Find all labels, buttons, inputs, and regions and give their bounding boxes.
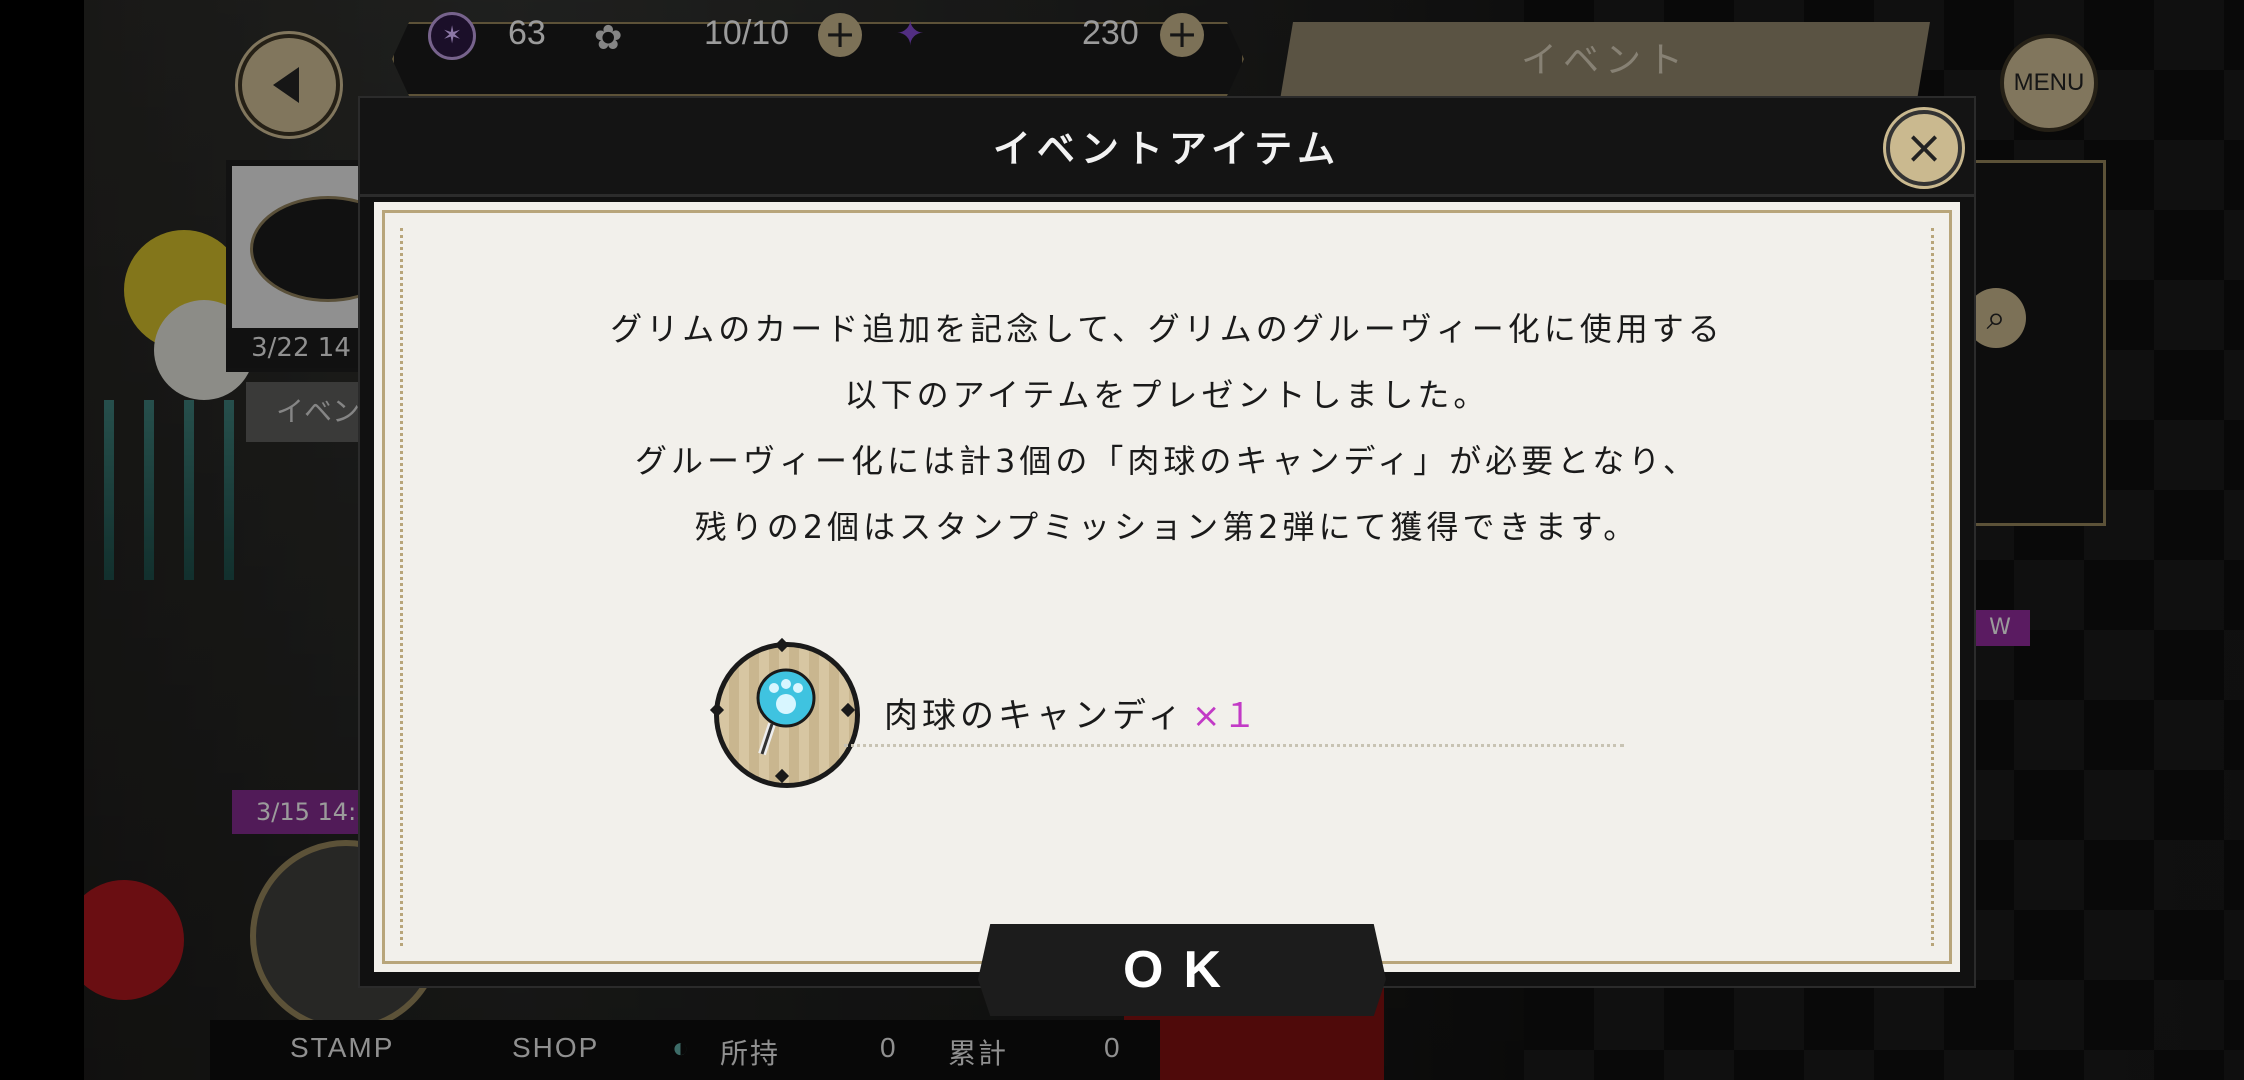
item-divider [844,744,1624,747]
dialog-header: イベントアイテム × [360,98,1974,197]
close-icon: × [1904,120,1944,174]
message-line: グルーヴィー化には計3個の「肉球のキャンディ」が必要となり、 [635,442,1699,480]
close-button[interactable]: × [1886,110,1962,186]
message-line: 残りの2個はスタンプミッション第2弾にて獲得できます。 [694,508,1640,546]
message-line: 以下のアイテムをプレゼントしました。 [844,376,1490,414]
item-quantity: ×１ [1192,696,1259,736]
dialog-title: イベントアイテム [992,127,1342,171]
dialog-message: グリムのカード追加を記念して、グリムのグルーヴィー化に使用する 以下のアイテムを… [374,296,1960,560]
item-name: 肉球のキャンディ [884,696,1186,736]
dialog-body: グリムのカード追加を記念して、グリムのグルーヴィー化に使用する 以下のアイテムを… [374,202,1960,1016]
event-item-dialog: イベントアイテム × グリムのカード追加を記念して、グリムのグルーヴィー化に使用… [358,96,1976,1016]
ok-button[interactable]: OK [978,924,1386,1016]
paw-candy-icon [709,637,860,788]
message-line: グリムのカード追加を記念して、グリムのグルーヴィー化に使用する [610,310,1724,348]
